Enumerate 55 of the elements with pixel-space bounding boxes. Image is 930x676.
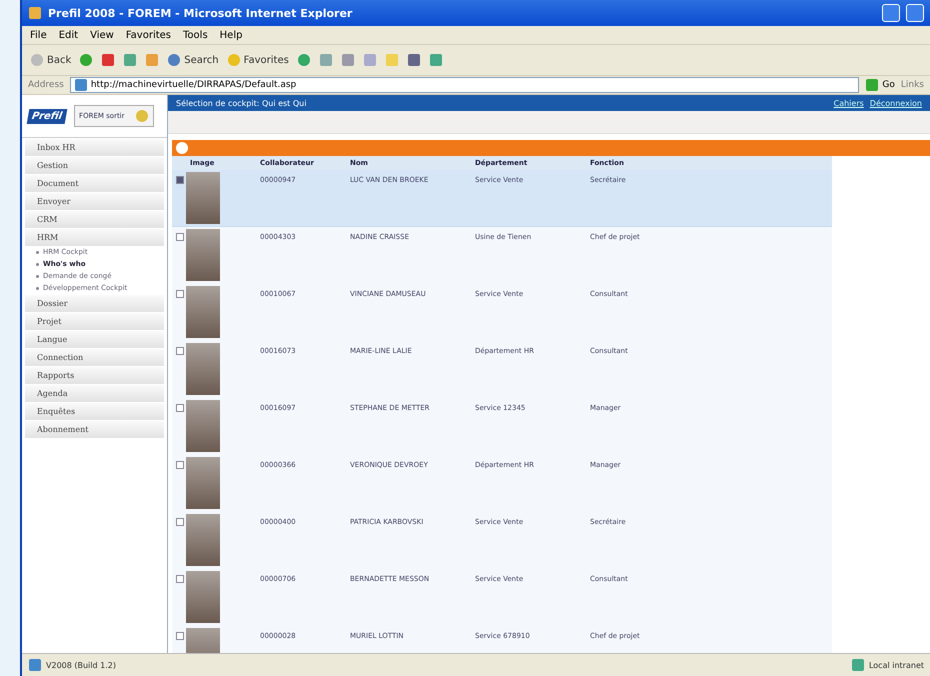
photo-placeholder [186,571,220,623]
photo-placeholder [186,457,220,509]
page-title: Sélection de cockpit: Qui est Qui [176,98,308,108]
zone-text: Local intranet [868,660,924,670]
menu-item[interactable]: Help [220,30,242,40]
row-checkbox[interactable] [176,575,184,583]
links-label[interactable]: Links [900,80,924,90]
row-checkbox[interactable] [176,233,184,241]
sidebar-item[interactable]: Rapports [25,367,164,384]
favorites-button[interactable]: Favorites [226,53,289,67]
bullet-icon [36,286,39,290]
window-title: Prefil 2008 - FOREM - Microsoft Internet Explorer [48,6,354,20]
search-button[interactable]: Search [167,53,219,67]
row-checkbox[interactable] [176,632,184,640]
sidebar-item[interactable]: Inbox HR [25,139,164,156]
sidebar-item[interactable]: Abonnement [25,421,164,438]
row-checkbox[interactable] [176,404,184,412]
header-link[interactable]: Déconnexion [870,98,922,108]
menu-item[interactable]: File [30,30,47,40]
sidebar-item[interactable]: Gestion [25,157,164,174]
sidebar-item[interactable]: CRM [25,211,164,228]
header-link[interactable]: Cahiers [834,98,864,108]
sidebar-item[interactable]: Agenda [25,385,164,402]
row-checkbox[interactable] [176,176,184,184]
sidebar-item[interactable]: Langue [25,331,164,348]
photo-placeholder [186,286,220,338]
sidebar-item[interactable]: Dossier [25,295,164,312]
menu-item[interactable]: Edit [58,30,78,40]
sidebar-item[interactable]: Document [25,175,164,192]
bullet-icon [36,274,39,278]
row-checkbox[interactable] [176,290,184,298]
menu-item[interactable]: Tools [183,30,208,40]
photo-placeholder [186,514,220,566]
logo: Prefil [26,108,68,124]
sidebar-item[interactable]: Enquêtes [25,403,164,420]
photo-placeholder [186,400,220,452]
back-button[interactable]: Back [30,53,72,67]
sidebar-item[interactable]: HRM [25,229,164,246]
address-label: Address [28,80,64,90]
row-checkbox[interactable] [176,518,184,526]
address-field[interactable]: http://machinevirtuelle/DIRRAPAS/Default.asp [70,77,860,93]
menu-item[interactable]: View [90,30,114,40]
photo-placeholder [186,229,220,281]
bullet-icon [36,250,39,254]
row-checkbox[interactable] [176,347,184,355]
go-button[interactable]: Go [865,78,895,92]
row-checkbox[interactable] [176,461,184,469]
sidebar-item[interactable]: Projet [25,313,164,330]
sidebar-item[interactable]: Connection [25,349,164,366]
menu-item[interactable]: Favorites [126,30,172,40]
sidebar-item[interactable]: Envoyer [25,193,164,210]
photo-placeholder [186,172,220,224]
status-text: V2008 (Build 1.2) [46,660,116,670]
bullet-icon [36,262,39,266]
photo-placeholder [186,343,220,395]
